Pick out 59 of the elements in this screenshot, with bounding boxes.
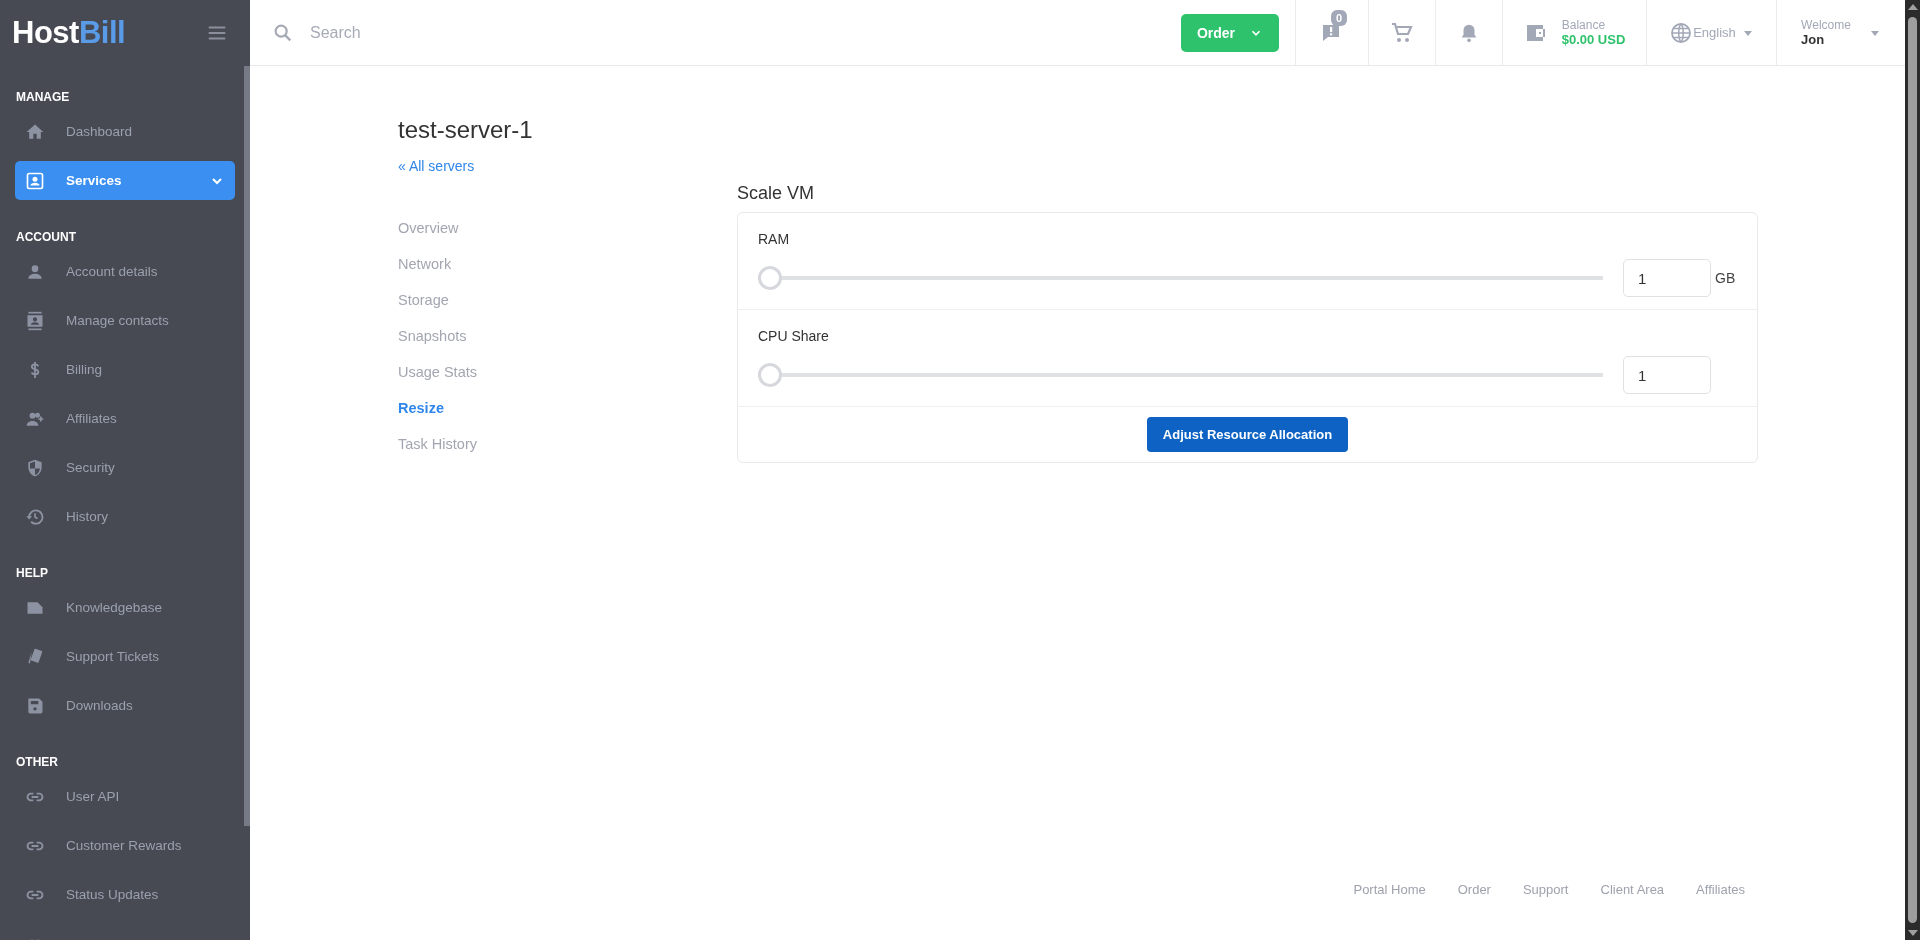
messages-button[interactable]: 0 [1295,0,1368,65]
shield-icon [25,457,45,478]
value-input[interactable]: 1 [1623,259,1711,297]
field-label: RAM [758,231,791,247]
sidebar-item[interactable]: Customer Rewards [15,826,235,865]
globe-icon [1669,20,1694,45]
cart-icon [1390,20,1414,45]
search-field[interactable]: Search [308,22,612,43]
balance-amount: $0.00 USD [1561,31,1626,48]
field-label: CPU Share [758,328,830,344]
logo[interactable]: HostBill [12,15,126,51]
sidebar-item[interactable]: Status Updates [15,875,235,914]
section-heading: ACCOUNT [15,230,77,244]
section-heading: HELP [15,566,49,580]
sidebar-item[interactable]: History [15,497,235,536]
sidebar-scrollbar[interactable] [244,66,250,826]
footer-link[interactable]: Order [1457,882,1491,897]
sidebar-item[interactable]: Billing [15,350,235,389]
section-title: Scale VM [737,183,816,204]
nav-link[interactable]: Task History [398,435,737,471]
contact-book-icon [25,310,45,331]
scroll-up-icon[interactable] [1907,4,1918,10]
footer-link[interactable]: Support [1522,882,1569,897]
value-input[interactable]: 1 [1623,356,1711,394]
nav-link[interactable]: Network [398,255,737,291]
contact-card-icon [25,170,45,191]
sidebar-item[interactable]: Knowledgebase [15,588,235,627]
nav-link[interactable]: Overview [398,219,737,255]
footer-link[interactable]: Affiliates [1696,882,1745,897]
footer-link[interactable]: Portal Home [1353,882,1426,897]
sidebar-item[interactable]: Downloads [15,686,235,725]
clock-arrow-icon [25,506,45,527]
sidebar-item[interactable]: Account details [15,252,235,291]
footer-link[interactable]: Client Area [1600,882,1665,897]
sidebar-item[interactable]: Services [15,161,235,200]
sidebar-item[interactable]: Manage contacts [15,301,235,340]
adjust-button[interactable]: Adjust Resource Allocation [1146,417,1349,452]
balance-label: Balance [1561,17,1607,32]
back-link[interactable]: « All servers [398,158,475,174]
nav-link[interactable]: Storage [398,291,737,327]
order-button[interactable]: Order [1181,13,1279,52]
sidebar-item[interactable]: User API [15,777,235,816]
scroll-down-icon[interactable] [1907,930,1918,936]
count-badge: 0 [1331,10,1348,26]
nav-link[interactable]: Snapshots [398,327,737,363]
sidebar-item[interactable]: Security [15,448,235,487]
unit-label: GB [1715,270,1737,286]
nav-link[interactable]: Usage Stats [398,363,737,399]
slider-thumb[interactable] [758,266,782,290]
sidebar-item[interactable]: Dashboard [15,112,235,151]
nav-link[interactable]: Resize [398,399,737,435]
section-heading: OTHER [15,755,59,769]
page-title: test-server-1 [398,116,534,144]
scrollbar-thumb[interactable] [1908,17,1917,923]
sidebar-item[interactable]: Affiliates [15,399,235,438]
slider-thumb[interactable] [758,363,782,387]
section-heading: MANAGE [15,90,71,104]
language-selector[interactable]: English [1646,0,1776,65]
sidebar-item[interactable]: Support Tickets [15,637,235,676]
